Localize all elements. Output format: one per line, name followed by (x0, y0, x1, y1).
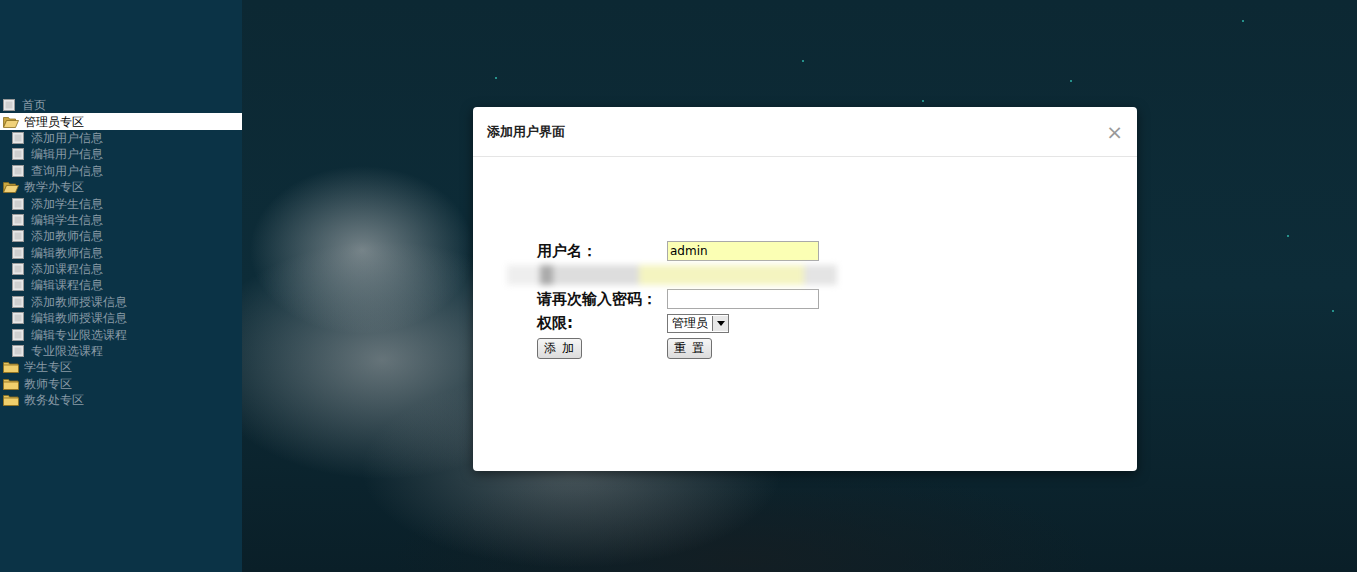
permission-select[interactable]: 管理员 (667, 314, 729, 333)
sidebar-label: 编辑教师授课信息 (31, 310, 127, 326)
sidebar-label: 添加学生信息 (31, 196, 103, 212)
sidebar-folder[interactable]: 教师专区 (0, 376, 242, 392)
sidebar-item[interactable]: 添加课程信息 (0, 261, 242, 277)
sidebar-label: 添加教师授课信息 (31, 294, 127, 310)
sidebar-folder[interactable]: 教务处专区 (0, 392, 242, 408)
sidebar-item[interactable]: 编辑课程信息 (0, 277, 242, 293)
sidebar-item[interactable]: 编辑专业限选课程 (0, 326, 242, 342)
dialog: 添加用户界面 × 用户名： 请再次输入密码： 权限: 管理员添 加 重 置 (473, 107, 1137, 471)
page-icon (12, 312, 24, 324)
open-folder-icon (3, 116, 19, 128)
sidebar-item[interactable]: 编辑学生信息 (0, 212, 242, 228)
sidebar-folder[interactable]: 教学办专区 (0, 179, 242, 195)
page-icon (12, 214, 24, 226)
sidebar-label: 学生专区 (24, 359, 72, 375)
sidebar-item[interactable]: 查询用户信息 (0, 163, 242, 179)
reset-button[interactable]: 重 置 (667, 338, 712, 359)
sidebar: 首页管理员专区添加用户信息编辑用户信息查询用户信息教学办专区添加学生信息编辑学生… (0, 0, 242, 572)
sidebar-item[interactable]: 编辑教师信息 (0, 245, 242, 261)
close-button[interactable]: × (1106, 122, 1123, 142)
obscured-row (507, 265, 837, 285)
button-cell: 添 加 (537, 337, 667, 359)
sidebar-folder[interactable]: 学生专区 (0, 359, 242, 375)
sidebar-folder[interactable]: 管理员专区 (0, 113, 242, 129)
field-label: 权限: (537, 314, 667, 333)
page-icon (12, 296, 24, 308)
sidebar-item[interactable]: 编辑教师授课信息 (0, 310, 242, 326)
text-field[interactable] (667, 241, 819, 261)
form: 用户名： 请再次输入密码： 权限: 管理员添 加 重 置 (473, 157, 1137, 359)
sidebar-label: 添加用户信息 (31, 130, 103, 146)
sidebar-item[interactable]: 添加用户信息 (0, 130, 242, 146)
folder-icon (3, 394, 19, 406)
star (1287, 235, 1289, 237)
star (1070, 80, 1072, 82)
sidebar-label: 添加课程信息 (31, 261, 103, 277)
main-area: 添加用户界面 × 用户名： 请再次输入密码： 权限: 管理员添 加 重 置 (242, 0, 1357, 572)
sidebar-item[interactable]: 添加学生信息 (0, 195, 242, 211)
sidebar-label: 查询用户信息 (31, 163, 103, 179)
sidebar-label: 教学办专区 (24, 179, 84, 195)
star (495, 77, 497, 79)
page-icon (3, 99, 15, 111)
folder-icon (3, 378, 19, 390)
form-row: 用户名： (537, 241, 1137, 261)
sidebar-label: 首页 (22, 97, 46, 113)
page-icon (12, 329, 24, 341)
sidebar-item[interactable]: 添加教师信息 (0, 228, 242, 244)
page-icon (12, 198, 24, 210)
page-icon (12, 279, 24, 291)
field-label: 用户名： (537, 242, 667, 261)
dialog-header: 添加用户界面 × (473, 107, 1137, 157)
sidebar-label: 专业限选课程 (31, 343, 103, 359)
button-cell: 重 置 (667, 337, 712, 359)
sidebar-label: 编辑用户信息 (31, 146, 103, 162)
dialog-title: 添加用户界面 (487, 123, 565, 141)
page-icon (12, 148, 24, 160)
form-row: 权限: 管理员 (537, 313, 1137, 333)
sidebar-item[interactable]: 专业限选课程 (0, 343, 242, 359)
star (922, 100, 924, 102)
page-icon (12, 165, 24, 177)
folder-icon (3, 361, 19, 373)
field-label: 请再次输入密码： (537, 290, 667, 309)
button-row: 添 加重 置 (537, 337, 1137, 359)
sidebar-label: 管理员专区 (24, 114, 84, 130)
sidebar-label: 教师专区 (24, 376, 72, 392)
star (802, 60, 804, 62)
select-value: 管理员 (672, 315, 708, 332)
dropdown-arrow-icon (712, 316, 728, 331)
form-row: 请再次输入密码： (537, 289, 1137, 309)
open-folder-icon (3, 181, 19, 193)
sidebar-item[interactable]: 首页 (0, 97, 242, 113)
star (1242, 20, 1244, 22)
page-icon (12, 247, 24, 259)
page-icon (12, 263, 24, 275)
sidebar-item[interactable]: 编辑用户信息 (0, 146, 242, 162)
sidebar-label: 编辑教师信息 (31, 245, 103, 261)
sidebar-label: 教务处专区 (24, 392, 84, 408)
page-icon (12, 132, 24, 144)
sidebar-label: 添加教师信息 (31, 228, 103, 244)
sidebar-label: 编辑学生信息 (31, 212, 103, 228)
sidebar-label: 编辑课程信息 (31, 277, 103, 293)
page-icon (12, 345, 24, 357)
sidebar-label: 编辑专业限选课程 (31, 327, 127, 343)
form-row (537, 265, 1137, 285)
page-icon (12, 230, 24, 242)
add-button[interactable]: 添 加 (537, 338, 582, 359)
sidebar-item[interactable]: 添加教师授课信息 (0, 294, 242, 310)
star (1332, 310, 1334, 312)
text-field[interactable] (667, 289, 819, 309)
